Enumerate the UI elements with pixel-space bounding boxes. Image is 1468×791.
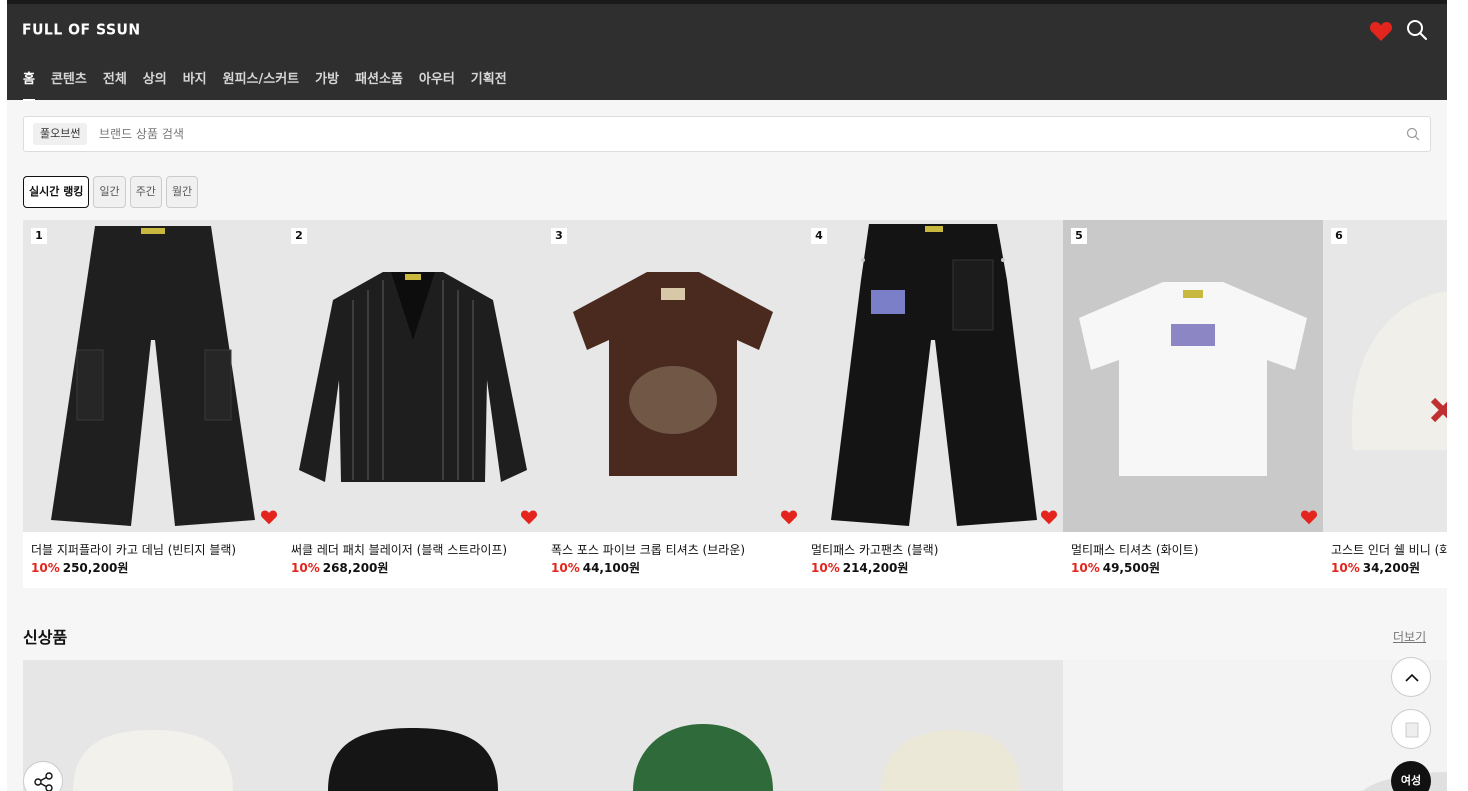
heart-icon[interactable] (1369, 20, 1393, 42)
page-frame: FULL OF SSUN 홈 콘텐츠 전체 상의 바지 원피스/스커트 가방 패… (7, 0, 1447, 791)
scroll-top-button[interactable] (1391, 657, 1431, 697)
brand-logo[interactable]: FULL OF SSUN (22, 21, 141, 39)
discount-rate: 10% (551, 561, 580, 575)
rank-badge: 4 (811, 228, 827, 244)
product-name[interactable]: 써클 레더 패치 블레이저 (블랙 스트라이프) (291, 541, 507, 558)
heart-icon[interactable] (780, 509, 798, 525)
search-input[interactable] (99, 123, 1379, 145)
brand-search-bar: 풀오브썬 (23, 116, 1431, 152)
product-name[interactable]: 고스트 인더 쉘 비니 (화 (1331, 541, 1447, 558)
product-name[interactable]: 더블 지퍼플라이 카고 데님 (빈티지 블랙) (31, 541, 236, 558)
heart-icon[interactable] (520, 509, 538, 525)
discount-rate: 10% (31, 561, 60, 575)
brand-chip: 풀오브썬 (33, 123, 88, 145)
product-name[interactable]: 폭스 포스 파이브 크롭 티셔츠 (브라운) (551, 541, 745, 558)
product-price: 10% 268,200원 (291, 559, 388, 576)
product-image[interactable]: 4 (803, 220, 1063, 532)
nav-exhibition[interactable]: 기획전 (471, 68, 507, 101)
product-name[interactable]: 멀티패스 티셔츠 (화이트) (1071, 541, 1198, 558)
tab-realtime-ranking[interactable]: 실시간 랭킹 (23, 176, 90, 208)
product-card[interactable]: 1 더블 지퍼플라이 카고 데님 (빈티지 블랙) 10% 250,200원 (23, 220, 283, 588)
category-nav: 홈 콘텐츠 전체 상의 바지 원피스/스커트 가방 패션소품 아우터 기획전 (23, 68, 507, 101)
rank-badge: 6 (1331, 228, 1347, 244)
share-button[interactable] (23, 761, 63, 791)
new-products-images[interactable] (23, 660, 1447, 791)
product-image[interactable]: 2 (283, 220, 543, 532)
chevron-up-icon (1405, 673, 1419, 682)
rank-badge: 2 (291, 228, 307, 244)
tab-weekly[interactable]: 주간 (129, 176, 162, 208)
recent-item-icon (1405, 722, 1419, 738)
nav-tops[interactable]: 상의 (143, 68, 167, 101)
product-image[interactable]: 6 (1323, 220, 1447, 532)
new-products-strip (23, 660, 1447, 791)
section-title-new: 신상품 (23, 628, 68, 647)
nav-pants[interactable]: 바지 (183, 68, 207, 101)
price-value: 214,200원 (842, 561, 909, 575)
product-card[interactable]: 2 써클 레더 패치 블레이저 (블랙 스트라이프) 10% 268,200원 (283, 220, 543, 588)
search-submit-icon[interactable] (1406, 127, 1420, 141)
tab-monthly[interactable]: 월간 (165, 176, 199, 208)
recent-viewed-button[interactable] (1391, 709, 1431, 749)
product-card[interactable]: 5 멀티패스 티셔츠 (화이트) 10% 49,500원 (1063, 220, 1323, 588)
product-price: 10% 34,200원 (1331, 559, 1420, 576)
nav-contents[interactable]: 콘텐츠 (51, 68, 87, 101)
product-card[interactable]: 6 고스트 인더 쉘 비니 (화 10% 34,200원 (1323, 220, 1447, 588)
product-card[interactable]: 3 폭스 포스 파이브 크롭 티셔츠 (브라운) 10% 44,100원 (543, 220, 803, 588)
nav-home[interactable]: 홈 (23, 68, 35, 101)
price-value: 49,500원 (1102, 561, 1161, 575)
nav-accessories[interactable]: 패션소품 (355, 68, 403, 101)
discount-rate: 10% (811, 561, 840, 575)
heart-icon[interactable] (1300, 509, 1318, 525)
top-header: FULL OF SSUN 홈 콘텐츠 전체 상의 바지 원피스/스커트 가방 패… (7, 0, 1447, 101)
more-link[interactable]: 더보기 (1393, 628, 1426, 645)
rank-badge: 1 (31, 228, 47, 244)
product-image[interactable]: 3 (543, 220, 803, 532)
product-price: 10% 49,500원 (1071, 559, 1160, 576)
nav-outer[interactable]: 아우터 (419, 68, 455, 101)
nav-all[interactable]: 전체 (103, 68, 127, 101)
search-icon[interactable] (1406, 19, 1428, 41)
nav-dress-skirt[interactable]: 원피스/스커트 (223, 68, 300, 101)
rank-badge: 5 (1071, 228, 1087, 244)
discount-rate: 10% (1071, 561, 1100, 575)
tab-daily[interactable]: 일간 (93, 176, 126, 208)
product-price: 10% 44,100원 (551, 559, 640, 576)
product-image[interactable]: 5 (1063, 220, 1323, 532)
ranking-carousel: 1 더블 지퍼플라이 카고 데님 (빈티지 블랙) 10%250,200원 2 (23, 220, 1447, 588)
product-card[interactable]: 4 멀티패스 카고팬츠 (블랙) 10% 214,200원 (803, 220, 1063, 588)
heart-icon[interactable] (1040, 509, 1058, 525)
product-price: 10% 214,200원 (811, 559, 908, 576)
price-value: 44,100원 (582, 561, 641, 575)
nav-bags[interactable]: 가방 (315, 68, 339, 101)
ranking-tabs: 실시간 랭킹 일간 주간 월간 (23, 176, 199, 208)
price-value: 250,200원 (62, 561, 129, 575)
page-gutter (1447, 0, 1468, 791)
price-value: 34,200원 (1362, 561, 1421, 575)
product-image[interactable]: 1 (23, 220, 283, 532)
heart-icon[interactable] (260, 509, 278, 525)
share-icon (34, 772, 53, 791)
price-value: 268,200원 (322, 561, 389, 575)
discount-rate: 10% (291, 561, 320, 575)
product-price: 10% 250,200원 (31, 559, 128, 576)
discount-rate: 10% (1331, 561, 1360, 575)
product-name[interactable]: 멀티패스 카고팬츠 (블랙) (811, 541, 938, 558)
rank-badge: 3 (551, 228, 567, 244)
